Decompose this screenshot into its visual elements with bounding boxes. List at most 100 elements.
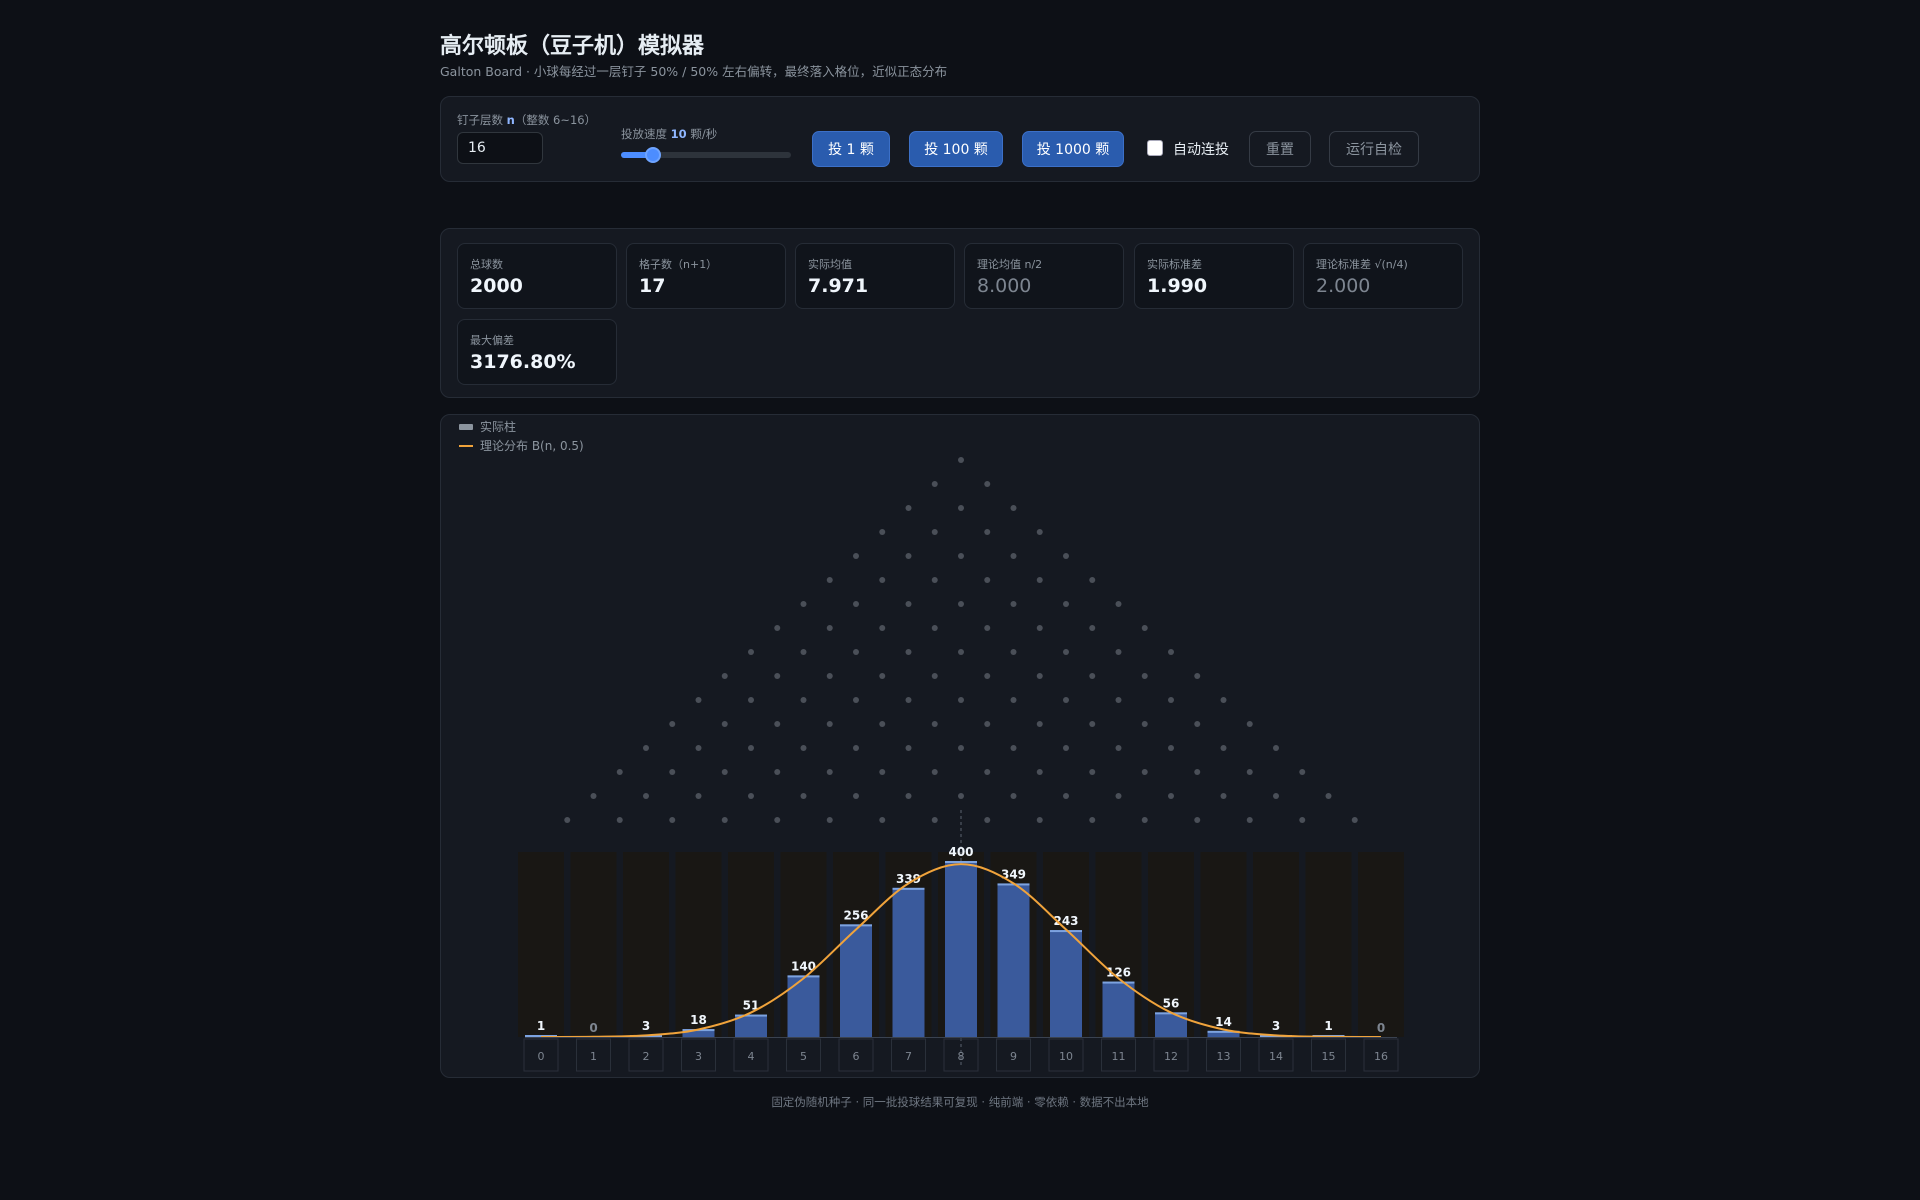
legend-theory: 理论分布 B(n, 0.5) bbox=[459, 437, 584, 454]
bar-top bbox=[840, 924, 872, 927]
peg bbox=[643, 745, 649, 751]
rows-label: 钉子层数 n（整数 6~16） bbox=[457, 112, 596, 128]
drop-1-button[interactable]: 投 1 颗 bbox=[812, 131, 890, 167]
bin-slot bbox=[1253, 852, 1299, 1037]
bin-index-label: 8 bbox=[958, 1050, 965, 1063]
peg bbox=[1115, 649, 1122, 655]
peg bbox=[879, 721, 886, 727]
peg bbox=[1010, 745, 1017, 751]
drop-1000-button[interactable]: 投 1000 颗 bbox=[1022, 131, 1124, 167]
peg bbox=[774, 673, 781, 679]
peg bbox=[1273, 745, 1279, 751]
reset-button[interactable]: 重置 bbox=[1249, 131, 1311, 167]
bar-top bbox=[892, 887, 925, 890]
stat-value: 1.990 bbox=[1147, 275, 1208, 297]
speed-unit: 颗/秒 bbox=[690, 127, 718, 141]
stat-bins: 格子数（n+1） 17 bbox=[626, 243, 786, 309]
peg bbox=[1089, 577, 1096, 583]
speed-slider-thumb[interactable] bbox=[644, 147, 661, 163]
peg bbox=[590, 793, 597, 799]
stat-label: 格子数（n+1） bbox=[639, 258, 718, 271]
peg bbox=[800, 697, 807, 703]
peg bbox=[879, 529, 886, 535]
peg bbox=[958, 697, 964, 703]
bar-value-label: 400 bbox=[948, 845, 973, 859]
peg bbox=[774, 769, 781, 775]
bin-slot bbox=[675, 852, 722, 1037]
self-test-button[interactable]: 运行自检 bbox=[1329, 131, 1419, 167]
stat-value: 8.000 bbox=[977, 275, 1032, 297]
peg bbox=[984, 529, 991, 535]
stats-panel: 总球数 2000 格子数（n+1） 17 实际均值 7.971 理论均值 n/2… bbox=[440, 228, 1480, 398]
peg bbox=[669, 817, 676, 823]
peg bbox=[826, 625, 833, 631]
stat-theory-std: 理论标准差 √(n/4) 2.000 bbox=[1303, 243, 1463, 309]
bar bbox=[1155, 1012, 1187, 1037]
peg bbox=[1089, 673, 1096, 679]
bar bbox=[1050, 930, 1082, 1037]
drop-100-button[interactable]: 投 100 颗 bbox=[909, 131, 1003, 167]
auto-drop-checkbox[interactable] bbox=[1147, 140, 1163, 156]
peg bbox=[1194, 673, 1201, 679]
peg bbox=[1194, 769, 1201, 775]
peg bbox=[748, 697, 754, 703]
peg bbox=[1141, 721, 1148, 727]
peg bbox=[1246, 721, 1253, 727]
peg bbox=[931, 577, 938, 583]
footer-note: 固定伪随机种子 · 同一批投球结果可复现 · 纯前端 · 零依赖 · 数据不出本… bbox=[771, 1095, 1149, 1109]
peg bbox=[564, 817, 571, 823]
rows-label-text: 钉子层数 bbox=[457, 113, 503, 127]
bar bbox=[945, 861, 977, 1037]
peg bbox=[1115, 697, 1122, 703]
peg bbox=[905, 697, 912, 703]
peg bbox=[721, 721, 728, 727]
bin-index-label: 13 bbox=[1217, 1050, 1231, 1063]
peg bbox=[1273, 793, 1279, 799]
bar-value-label: 56 bbox=[1163, 996, 1180, 1010]
peg bbox=[1063, 745, 1069, 751]
peg bbox=[853, 553, 859, 559]
stat-actual-std: 实际标准差 1.990 bbox=[1134, 243, 1294, 309]
stat-actual-mean: 实际均值 7.971 bbox=[795, 243, 955, 309]
legend-line-swatch bbox=[459, 444, 473, 447]
bar-value-label: 14 bbox=[1215, 1015, 1232, 1029]
peg bbox=[826, 769, 833, 775]
peg bbox=[1010, 697, 1017, 703]
peg bbox=[1036, 529, 1043, 535]
peg bbox=[1168, 793, 1174, 799]
peg bbox=[826, 577, 833, 583]
bar bbox=[892, 887, 925, 1037]
bin-index-label: 7 bbox=[905, 1050, 912, 1063]
rows-label-var: n bbox=[506, 113, 515, 127]
peg bbox=[1036, 625, 1043, 631]
speed-slider[interactable] bbox=[621, 147, 791, 163]
peg bbox=[721, 769, 728, 775]
auto-drop-label[interactable]: 自动连投 bbox=[1173, 139, 1229, 159]
peg bbox=[984, 673, 991, 679]
peg bbox=[931, 673, 938, 679]
legend-theory-label: 理论分布 B(n, 0.5) bbox=[480, 439, 584, 453]
peg bbox=[1194, 721, 1201, 727]
peg bbox=[958, 457, 964, 463]
peg bbox=[774, 817, 781, 823]
peg bbox=[931, 769, 938, 775]
bin-index-label: 9 bbox=[1010, 1050, 1017, 1063]
peg bbox=[1010, 553, 1017, 559]
bin-index-label: 14 bbox=[1269, 1050, 1283, 1063]
rows-input[interactable] bbox=[457, 132, 543, 164]
peg bbox=[669, 721, 676, 727]
peg bbox=[1141, 673, 1148, 679]
peg bbox=[984, 481, 991, 487]
peg bbox=[800, 793, 807, 799]
rows-label-range: （整数 6~16） bbox=[514, 113, 597, 127]
page-title: 高尔顿板（豆子机）模拟器 bbox=[440, 34, 705, 59]
bar-top bbox=[1102, 981, 1135, 984]
peg bbox=[1246, 769, 1253, 775]
peg bbox=[853, 601, 859, 607]
peg bbox=[1220, 697, 1227, 703]
peg bbox=[1010, 505, 1017, 511]
peg bbox=[905, 601, 912, 607]
peg bbox=[1246, 817, 1253, 823]
peg bbox=[1141, 625, 1148, 631]
peg bbox=[905, 793, 912, 799]
